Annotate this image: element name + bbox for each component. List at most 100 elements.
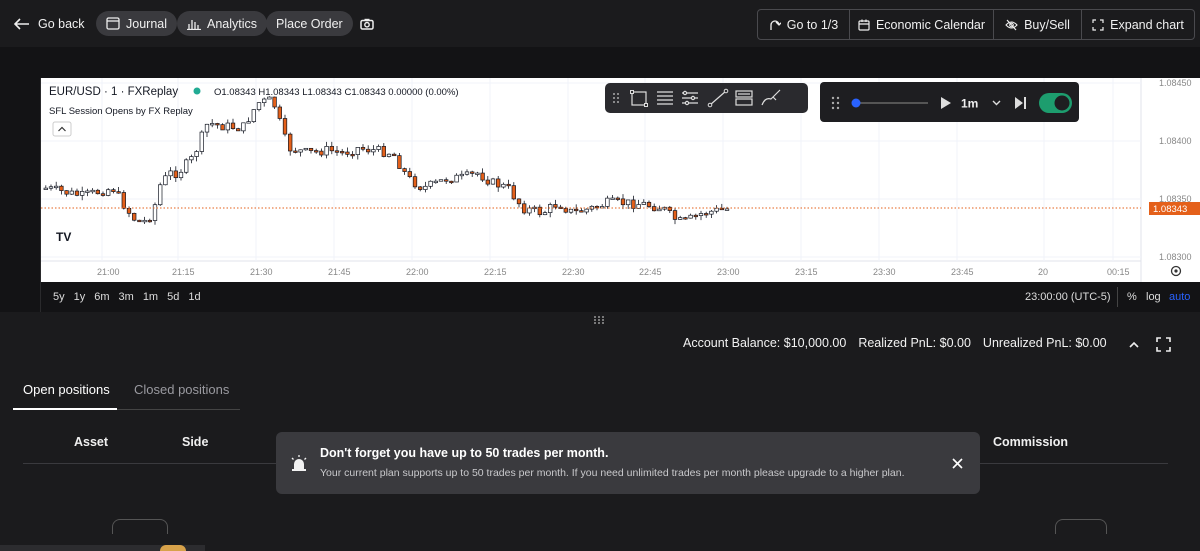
account-summary: Account Balance: $10,000.00 Realized PnL…	[683, 336, 1107, 350]
toolbar-spacer	[0, 47, 1200, 78]
candle	[480, 172, 485, 181]
candle	[173, 170, 178, 179]
replay-drag-handle-icon[interactable]	[831, 96, 840, 110]
candle	[485, 179, 490, 185]
range-1m[interactable]: 1m	[143, 291, 158, 303]
close-icon[interactable]	[952, 458, 963, 469]
candle	[230, 122, 236, 129]
candle	[366, 148, 371, 153]
go-back-label: Go back	[38, 16, 85, 31]
time-label: 23:45	[951, 267, 974, 277]
time-label: 22:30	[562, 267, 585, 277]
candle	[142, 219, 147, 223]
percent-toggle[interactable]: %	[1127, 291, 1137, 303]
camera-button[interactable]	[360, 11, 374, 36]
tab-open-positions[interactable]: Open positions	[23, 382, 110, 397]
collapse-legend-button[interactable]	[52, 121, 72, 137]
candle	[43, 187, 48, 190]
arrow-left-icon	[14, 17, 29, 30]
resize-handle-icon[interactable]	[593, 315, 605, 325]
time-label: 23:15	[795, 267, 818, 277]
range-1d[interactable]: 1d	[188, 291, 200, 303]
analytics-button[interactable]: Analytics	[177, 11, 268, 36]
eye-off-icon	[1005, 19, 1018, 30]
replay-speed[interactable]: 1m	[961, 97, 978, 111]
range-1y[interactable]: 1y	[74, 291, 86, 303]
candle	[392, 153, 397, 157]
chart-settings-icon[interactable]	[1170, 265, 1182, 277]
fullscreen-icon[interactable]	[1156, 337, 1171, 352]
candle	[163, 175, 168, 186]
user-avatar[interactable]	[160, 545, 186, 551]
candle	[132, 212, 137, 221]
candle	[610, 197, 615, 200]
trend-line-icon[interactable]	[707, 88, 729, 108]
candle	[111, 189, 116, 192]
candle	[194, 151, 199, 157]
candle	[324, 146, 329, 156]
candle	[345, 151, 350, 155]
candle	[262, 98, 267, 103]
go-back-button[interactable]: Go back	[14, 11, 85, 36]
log-toggle[interactable]: log	[1146, 291, 1161, 303]
range-6m[interactable]: 6m	[94, 291, 109, 303]
range-5d[interactable]: 5d	[167, 291, 179, 303]
go-to-button[interactable]: Go to 1/3	[758, 10, 850, 39]
rectangle-tool-icon[interactable]	[630, 90, 648, 107]
replay-progress-thumb[interactable]	[851, 98, 861, 108]
replay-toggle[interactable]	[1039, 93, 1072, 113]
calendar-icon	[858, 19, 870, 31]
price-chart[interactable]: 1.08450 1.08400 1.08350 1.08300 1.08343 …	[41, 78, 1200, 282]
brush-tool-icon[interactable]	[761, 89, 781, 106]
candle	[454, 174, 459, 183]
candle	[688, 214, 693, 219]
candle	[402, 168, 407, 172]
unrealized-pnl: Unrealized PnL: $0.00	[982, 336, 1107, 350]
candle	[464, 171, 470, 175]
candle	[724, 208, 730, 211]
candle	[210, 123, 215, 126]
row-action-button[interactable]	[112, 519, 168, 534]
candle	[626, 199, 631, 206]
tab-closed-positions[interactable]: Closed positions	[134, 382, 229, 397]
candle	[428, 180, 433, 187]
candle	[620, 198, 626, 206]
row-action-button[interactable]	[1055, 519, 1107, 534]
chart-clock[interactable]: 23:00:00 (UTC-5)	[1025, 291, 1111, 303]
journal-button[interactable]: Journal	[96, 11, 177, 36]
parallel-channel-icon[interactable]	[682, 90, 698, 106]
camera-icon	[360, 18, 374, 30]
candle	[496, 178, 501, 188]
candle	[579, 210, 584, 213]
fib-retracement-icon[interactable]	[657, 91, 673, 105]
candle	[220, 124, 225, 131]
step-forward-icon[interactable]	[1015, 97, 1026, 109]
collapse-panel-icon[interactable]	[1129, 341, 1139, 348]
long-position-icon[interactable]	[735, 90, 753, 106]
price-label-1: 1.08450	[1159, 78, 1192, 88]
candle	[714, 207, 719, 212]
candle	[272, 96, 277, 108]
candle	[371, 149, 376, 153]
play-icon[interactable]	[941, 97, 951, 109]
candle	[438, 179, 444, 182]
speed-dropdown-icon[interactable]	[992, 100, 1001, 106]
candle	[397, 155, 402, 169]
range-5y[interactable]: 5y	[53, 291, 65, 303]
range-3m[interactable]: 3m	[119, 291, 134, 303]
expand-chart-button[interactable]: Expand chart	[1082, 10, 1194, 39]
candle	[100, 193, 106, 196]
candle	[527, 207, 532, 214]
candle	[90, 189, 95, 193]
candle	[516, 198, 522, 205]
candle	[574, 208, 579, 212]
economic-calendar-button[interactable]: Economic Calendar	[850, 10, 994, 39]
candle	[251, 109, 256, 122]
candle	[548, 204, 553, 213]
candle	[204, 123, 210, 133]
auto-toggle[interactable]: auto	[1169, 291, 1190, 303]
toolbar-drag-handle-icon[interactable]	[613, 93, 619, 103]
candle	[704, 213, 709, 216]
place-order-button[interactable]: Place Order	[266, 11, 353, 36]
buy-sell-button[interactable]: Buy/Sell	[994, 10, 1082, 39]
